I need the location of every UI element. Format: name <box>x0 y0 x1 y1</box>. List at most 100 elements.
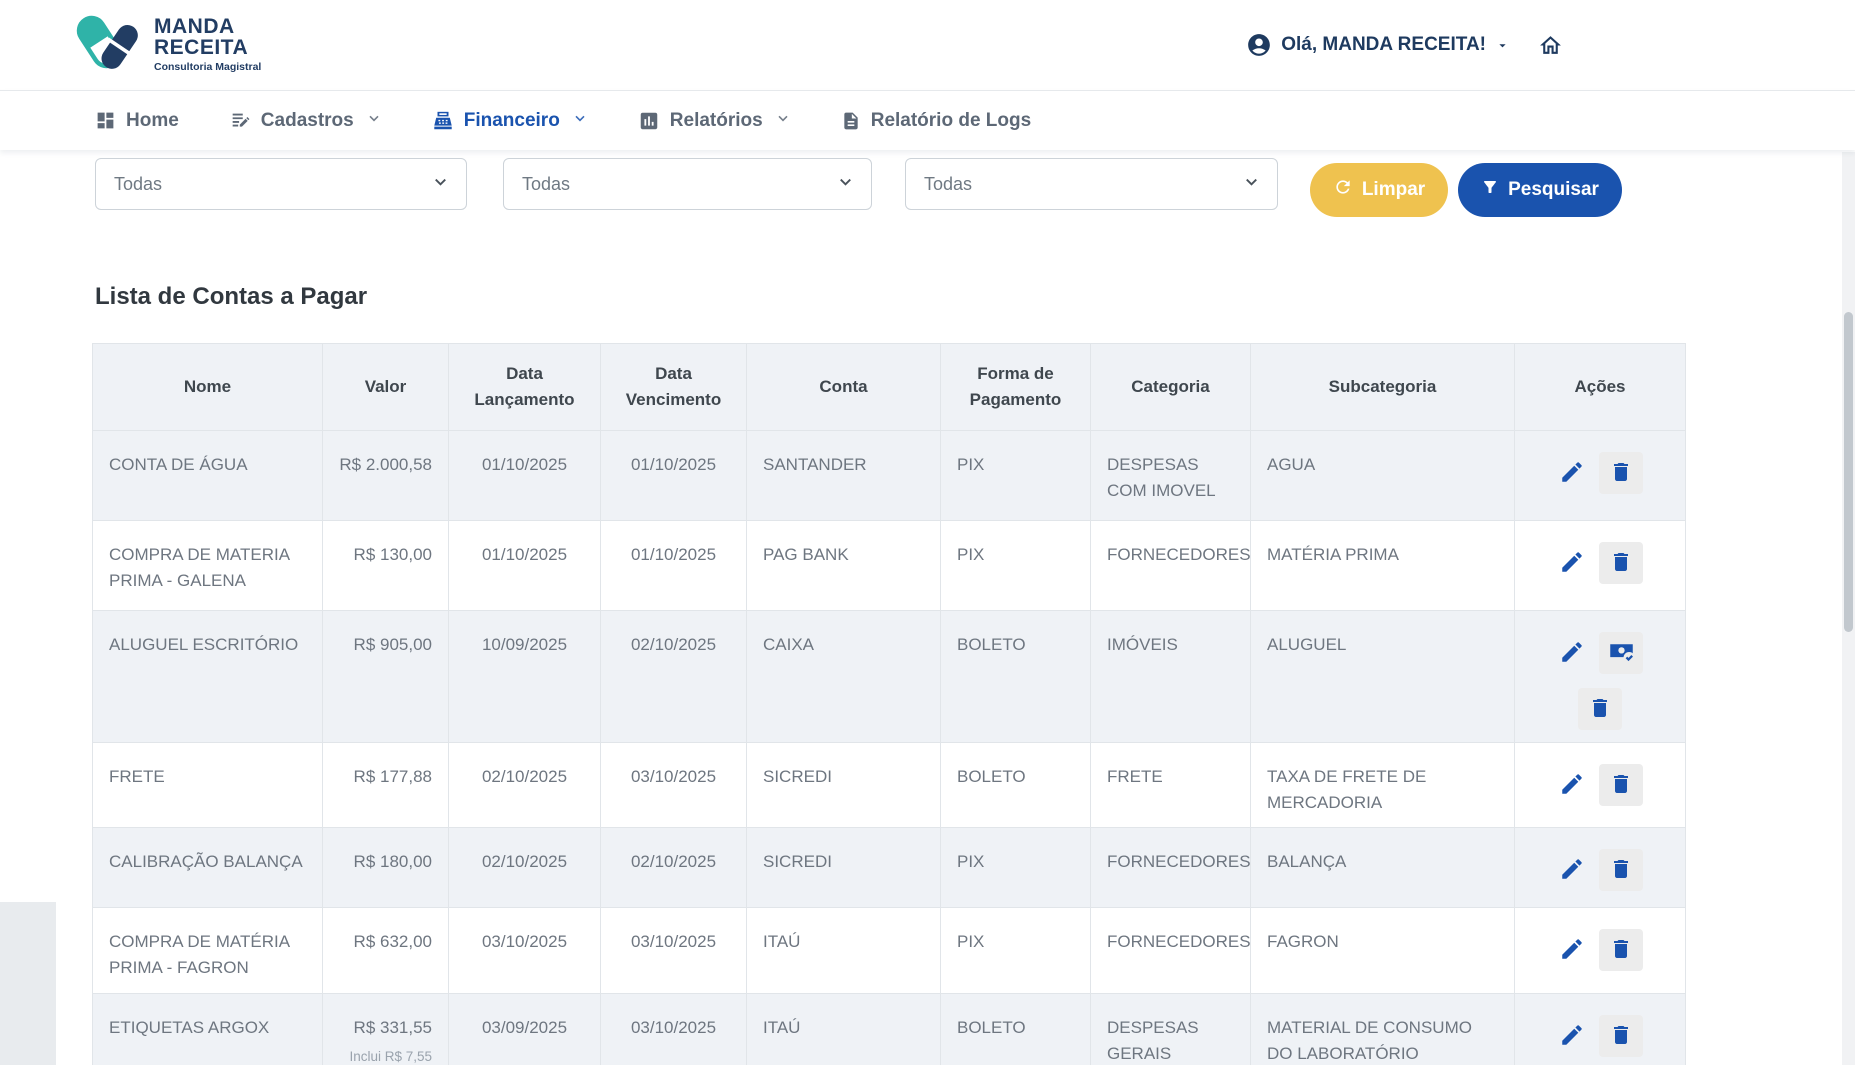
valor-amount: R$ 180,00 <box>354 852 432 871</box>
delete-button[interactable] <box>1599 764 1643 806</box>
column-header-conta: Conta <box>747 344 941 431</box>
filter-select-3[interactable]: Todas <box>905 158 1278 210</box>
nav-item-cadastros[interactable]: Cadastros <box>229 110 382 132</box>
chevron-down-icon <box>773 110 791 132</box>
trash-icon <box>1609 937 1633 964</box>
money-check-icon <box>1608 638 1635 668</box>
column-header-categoria: Categoria <box>1091 344 1251 431</box>
user-menu[interactable]: Olá, MANDA RECEITA! <box>1246 32 1510 58</box>
table-row: COMPRA DE MATÉRIA PRIMA - FAGRONR$ 632,0… <box>93 908 1686 994</box>
refresh-icon <box>1333 177 1353 203</box>
logo-text: MANDA RECEITA Consultoria Magistral <box>154 16 261 74</box>
page-title: Lista de Contas a Pagar <box>95 283 367 311</box>
cell-valor: R$ 331,55Inclui R$ 7,55 de juros <box>323 994 449 1065</box>
clear-button[interactable]: Limpar <box>1310 163 1448 217</box>
row-actions <box>1540 1015 1660 1057</box>
cell-conta: CAIXA <box>747 611 941 743</box>
edit-button[interactable] <box>1557 1015 1587 1057</box>
column-header-forma-de-pagamento: Forma de Pagamento <box>941 344 1091 431</box>
document-icon <box>841 111 861 131</box>
delete-button[interactable] <box>1599 929 1643 971</box>
row-actions <box>1540 542 1660 584</box>
cell-conta: PAG BANK <box>747 521 941 611</box>
cell-data_lancamento: 03/10/2025 <box>449 908 601 994</box>
cell-categoria: DESPESAS COM IMOVEL <box>1091 431 1251 521</box>
cell-conta: ITAÚ <box>747 994 941 1065</box>
delete-button[interactable] <box>1599 542 1643 584</box>
nav-item-relatorio-de-logs[interactable]: Relatório de Logs <box>841 110 1031 132</box>
valor-amount: R$ 632,00 <box>354 932 432 951</box>
chevron-down-icon <box>570 110 588 132</box>
home-icon[interactable] <box>1538 33 1563 58</box>
app-logo[interactable]: MANDA RECEITA Consultoria Magistral <box>72 6 261 83</box>
valor-amount: R$ 331,55 <box>354 1018 432 1037</box>
cell-data_vencimento: 03/10/2025 <box>601 743 747 828</box>
document-edit-icon <box>229 110 251 132</box>
bar-chart-icon <box>638 110 660 132</box>
nav-item-relatorios[interactable]: Relatórios <box>638 110 791 132</box>
cell-conta: SICREDI <box>747 743 941 828</box>
edit-button[interactable] <box>1557 929 1587 971</box>
delete-button[interactable] <box>1599 452 1643 494</box>
cell-nome: ALUGUEL ESCRITÓRIO <box>93 611 323 743</box>
table-row: CONTA DE ÁGUAR$ 2.000,5801/10/202501/10/… <box>93 431 1686 521</box>
cell-acoes <box>1515 828 1686 908</box>
nav-item-financeiro[interactable]: Financeiro <box>432 110 588 132</box>
edit-button[interactable] <box>1557 764 1587 806</box>
pencil-icon <box>1559 459 1585 488</box>
cell-data_vencimento: 03/10/2025 <box>601 908 747 994</box>
row-actions <box>1540 929 1660 971</box>
cell-nome: FRETE <box>93 743 323 828</box>
cell-forma_pagamento: PIX <box>941 908 1091 994</box>
trash-icon <box>1609 1023 1633 1050</box>
person-icon <box>1246 32 1272 58</box>
search-button[interactable]: Pesquisar <box>1458 163 1622 217</box>
nav-item-home[interactable]: Home <box>95 110 179 132</box>
cell-nome: COMPRA DE MATERIA PRIMA - GALENA <box>93 521 323 611</box>
row-actions <box>1540 764 1660 806</box>
pay-button[interactable] <box>1599 632 1643 674</box>
cash-register-icon <box>432 110 454 132</box>
filter-select-1[interactable]: Todas <box>95 158 467 210</box>
valor-amount: R$ 177,88 <box>354 767 432 786</box>
delete-button[interactable] <box>1578 688 1622 730</box>
edit-button[interactable] <box>1557 542 1587 584</box>
main-nav: Home Cadastros Financeiro Relatórios Relatór… <box>0 90 1855 150</box>
cell-forma_pagamento: PIX <box>941 828 1091 908</box>
cell-subcategoria: AGUA <box>1251 431 1515 521</box>
cell-acoes <box>1515 611 1686 743</box>
select-chevron-icon <box>836 172 855 196</box>
clear-button-label: Limpar <box>1362 179 1425 201</box>
scrollbar-track[interactable] <box>1842 152 1855 1065</box>
corner-strip <box>0 902 56 1065</box>
edit-button[interactable] <box>1557 632 1587 674</box>
cell-valor: R$ 632,00 <box>323 908 449 994</box>
cell-acoes <box>1515 743 1686 828</box>
filter-select-2[interactable]: Todas <box>503 158 872 210</box>
trash-icon <box>1609 460 1633 487</box>
cell-subcategoria: MATERIAL DE CONSUMO DO LABORATÓRIO <box>1251 994 1515 1065</box>
select-chevron-icon <box>431 172 450 196</box>
cell-data_lancamento: 03/09/2025 <box>449 994 601 1065</box>
cell-valor: R$ 2.000,58 <box>323 431 449 521</box>
cell-conta: SANTANDER <box>747 431 941 521</box>
search-button-label: Pesquisar <box>1508 179 1599 201</box>
delete-button[interactable] <box>1599 849 1643 891</box>
edit-button[interactable] <box>1557 452 1587 494</box>
pencil-icon <box>1559 856 1585 885</box>
cell-subcategoria: BALANÇA <box>1251 828 1515 908</box>
edit-button[interactable] <box>1557 849 1587 891</box>
contas-a-pagar-table: NomeValorData LançamentoData VencimentoC… <box>92 343 1685 1065</box>
cell-acoes <box>1515 994 1686 1065</box>
row-actions <box>1540 849 1660 891</box>
scrollbar-thumb[interactable] <box>1844 312 1853 632</box>
chevron-down-icon <box>364 110 382 132</box>
cell-valor: R$ 905,00 <box>323 611 449 743</box>
cell-conta: SICREDI <box>747 828 941 908</box>
app-header: MANDA RECEITA Consultoria Magistral Olá,… <box>0 0 1855 90</box>
select-chevron-icon <box>1242 172 1261 196</box>
cell-acoes <box>1515 908 1686 994</box>
column-header-acoes: Ações <box>1515 344 1686 431</box>
trash-icon <box>1588 696 1612 723</box>
delete-button[interactable] <box>1599 1015 1643 1057</box>
